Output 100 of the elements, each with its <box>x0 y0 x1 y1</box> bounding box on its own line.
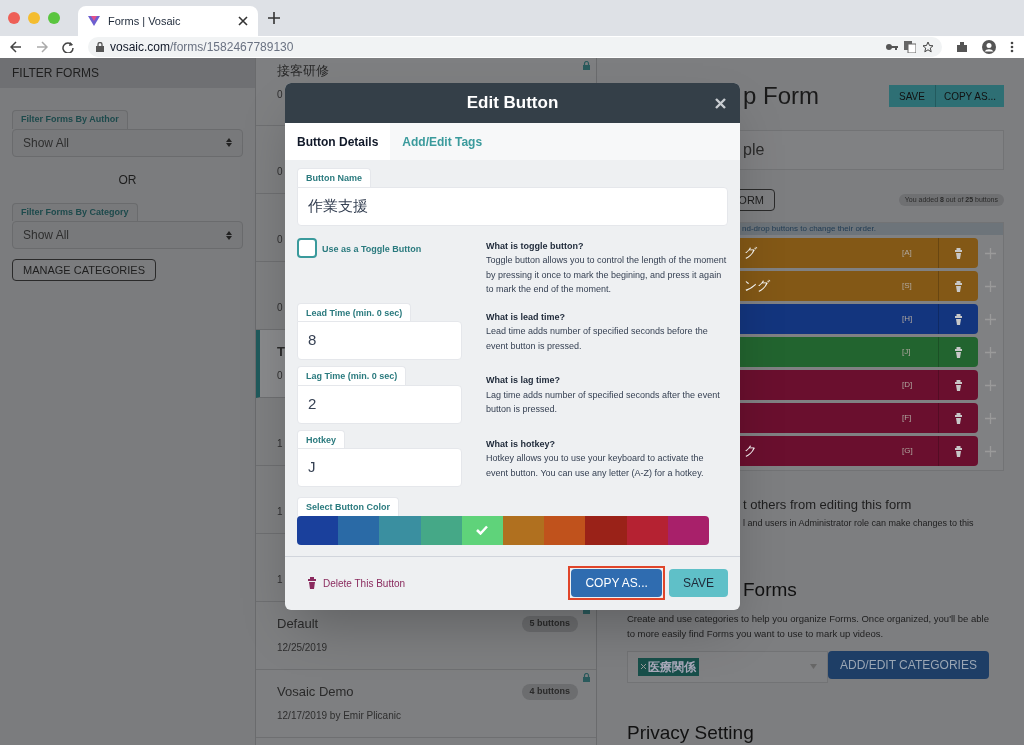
check-icon <box>476 525 489 535</box>
url-text: vosaic.com/forms/1582467789130 <box>110 39 295 56</box>
category-select[interactable]: 医療関係 <box>627 650 828 683</box>
modal-title: Edit Button <box>466 92 559 115</box>
button-count: 5 buttons <box>521 616 578 632</box>
key-icon[interactable] <box>886 43 898 51</box>
form-date: 1 <box>277 505 283 519</box>
form-title: Default <box>277 615 319 634</box>
manage-categories-button[interactable]: MANAGE CATEGORIES <box>12 259 157 281</box>
form-title: T <box>277 343 285 362</box>
profile-icon[interactable] <box>982 40 996 54</box>
field-label: Lag Time (min. 0 sec) <box>297 366 407 385</box>
star-icon[interactable] <box>922 41 934 53</box>
color-swatch[interactable] <box>667 515 709 545</box>
remove-icon[interactable] <box>641 664 646 669</box>
close-window-icon[interactable] <box>8 12 20 24</box>
trash-icon[interactable] <box>954 247 963 259</box>
field-label: Button Name <box>297 168 371 187</box>
form-date: 1 <box>277 573 283 587</box>
color-swatch[interactable] <box>544 515 586 545</box>
field-label: Hotkey <box>297 429 345 448</box>
toggle-label: Use as a Toggle Button <box>322 242 422 256</box>
help-title: What is lead time? <box>486 310 566 324</box>
button-count: 4 buttons <box>521 684 578 700</box>
updown-caret-icon <box>226 138 232 147</box>
field-label: Lead Time (min. 0 sec) <box>297 302 412 321</box>
form-date: 12/17/2019 by Emir Plicanic <box>277 709 401 723</box>
new-tab-icon[interactable] <box>268 12 280 24</box>
drag-handle-icon[interactable] <box>985 445 996 457</box>
trash-icon[interactable] <box>954 280 963 292</box>
trash-icon[interactable] <box>954 346 963 358</box>
copy-as-button[interactable]: COPY AS... <box>935 85 1004 107</box>
help-title: What is toggle button? <box>486 239 585 253</box>
drag-handle-icon[interactable] <box>985 379 996 391</box>
color-swatch[interactable] <box>461 515 503 545</box>
toggle-checkbox[interactable] <box>297 237 317 258</box>
tab[interactable]: Button Details <box>285 123 391 160</box>
help-title: What is lag time? <box>486 374 561 387</box>
drag-handle-icon[interactable] <box>985 280 996 292</box>
form-date: 0 <box>277 369 283 383</box>
address-bar[interactable]: vosaic.com/forms/1582467789130 <box>88 37 942 57</box>
form-title: 接客研修 <box>277 62 329 81</box>
or-label: OR <box>117 171 138 189</box>
dropdown-caret-icon <box>810 664 817 669</box>
browser-tab[interactable]: Forms | Vosaic <box>78 6 258 36</box>
drag-handle-icon[interactable] <box>985 412 996 424</box>
add-edit-categories-button[interactable]: ADD/EDIT CATEGORIES <box>828 650 989 679</box>
help-title: What is hotkey? <box>486 437 556 451</box>
filter-label: Filter Forms By Author <box>12 110 128 129</box>
drag-handle-icon[interactable] <box>985 346 996 358</box>
tab[interactable]: Add/Edit Tags <box>390 123 495 160</box>
categories-description: Create and use categories to help you organize Forms. Once organized, you'll be able to more easily find Forms you want to use to mark up videos. <box>627 611 990 641</box>
field-label: Select Button Color <box>297 497 399 516</box>
trash-icon[interactable] <box>954 379 963 391</box>
color-swatch[interactable] <box>626 515 668 545</box>
trash-icon[interactable] <box>954 313 963 325</box>
trash-icon[interactable] <box>954 412 963 424</box>
color-swatch[interactable] <box>297 515 339 545</box>
color-swatch[interactable] <box>379 515 421 545</box>
filter-label: Filter Forms By Category <box>12 202 138 221</box>
trash-icon <box>307 577 317 589</box>
input-field[interactable]: 作業支援 <box>297 186 728 226</box>
color-swatch[interactable] <box>338 515 380 545</box>
drag-handle-icon[interactable] <box>985 247 996 259</box>
filter-select[interactable]: Show All <box>12 128 243 157</box>
color-swatch[interactable] <box>420 515 462 545</box>
delete-button[interactable]: Delete This Button <box>307 575 406 591</box>
close-icon[interactable] <box>238 16 248 26</box>
category-tag[interactable]: 医療関係 <box>638 657 699 676</box>
form-title: Vosaic Demo <box>277 683 354 702</box>
lock-title: t others from editing this form <box>743 496 912 514</box>
save-button[interactable]: SAVE <box>889 85 936 107</box>
form-date: 1 <box>277 437 283 451</box>
back-icon[interactable] <box>10 41 22 53</box>
privacy-heading: Privacy Setting <box>627 720 754 745</box>
form-date: 0 <box>277 233 283 247</box>
input-field[interactable]: 8 <box>297 321 462 360</box>
categories-heading: Forms <box>743 578 797 602</box>
reload-icon[interactable] <box>62 41 74 53</box>
form-date: 0 <box>277 301 283 315</box>
copy-as-button[interactable]: COPY AS... <box>571 569 662 597</box>
drag-handle-icon[interactable] <box>985 313 996 325</box>
save-button[interactable]: SAVE <box>668 569 728 597</box>
filter-select[interactable]: Show All <box>12 221 243 249</box>
menu-icon[interactable] <box>1010 41 1014 53</box>
form-title: p Form <box>743 81 819 111</box>
color-swatch[interactable] <box>585 515 627 545</box>
trash-icon[interactable] <box>954 445 963 457</box>
logo-icon <box>88 15 100 27</box>
input-field[interactable]: J <box>297 448 462 487</box>
form-date: 12/25/2019 <box>277 641 328 655</box>
updown-caret-icon <box>226 230 232 240</box>
form-list-item[interactable]: Vosaic Demo 4 buttons 12/17/2019 by Emir Plicanic <box>256 670 596 738</box>
form-date: 0 <box>277 88 283 102</box>
tab-title: Forms | Vosaic <box>108 13 182 29</box>
sidebar-header: FILTER FORMS <box>0 58 255 88</box>
input-field[interactable]: 2 <box>297 384 462 424</box>
form-date: 0 <box>277 165 283 179</box>
lock-icon <box>96 42 104 52</box>
color-swatch[interactable] <box>503 515 545 545</box>
